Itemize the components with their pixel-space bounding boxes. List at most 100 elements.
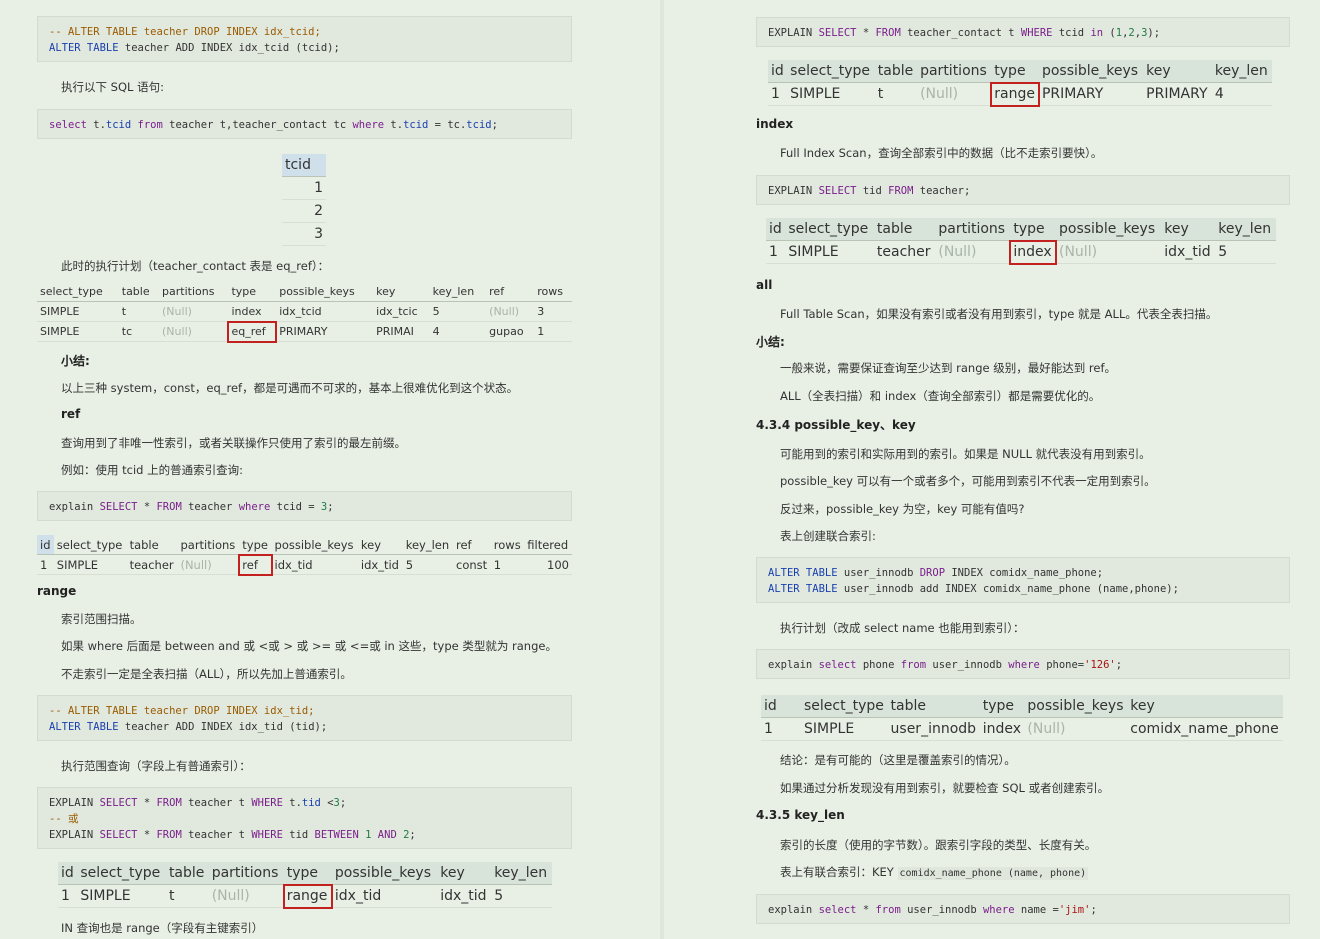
table-header-cell: possible_keys <box>1024 695 1128 718</box>
paragraph-summary-2: ALL（全表扫描）和 index（查询全部索引）都是需要优化的。 <box>780 389 1101 403</box>
table-cell: SIMPLE <box>77 884 166 908</box>
table-header-cell: select_type <box>37 282 119 302</box>
table-header-cell: type <box>283 862 332 885</box>
table-cell: (Null) <box>208 884 284 908</box>
result-table-range: id select_type table partitions type pos… <box>58 862 552 909</box>
table-header-cell: key <box>1127 695 1283 718</box>
code-block-explain-name: explain select * from user_innodb where … <box>756 894 1290 924</box>
table-cell: comidx_name_phone <box>1127 717 1283 741</box>
table-cell: PRIMAI <box>373 321 430 342</box>
table-cell: index <box>228 301 277 322</box>
table-header-cell: key_len <box>1211 60 1272 83</box>
table-cell: (Null) <box>1056 240 1162 264</box>
table-header-cell: table <box>874 60 918 83</box>
table-cell: t <box>874 82 918 106</box>
table-cell: SIMPLE <box>787 82 875 106</box>
table-header-cell: select_type <box>785 218 874 241</box>
table-cell: idx_tcic <box>373 301 430 322</box>
table-cell: SIMPLE <box>37 321 119 342</box>
result-table-phone: id select_type table type possible_keys … <box>761 695 1283 741</box>
highlighted-type-cell: range <box>990 81 1040 107</box>
table-header-cell: partitions <box>917 60 992 83</box>
table-header-cell: select_type <box>801 695 888 718</box>
table-header-cell: partitions <box>208 862 284 885</box>
table-cell: (Null) <box>917 82 992 106</box>
table-cell: t <box>118 301 160 322</box>
code-block-explain-in: EXPLAIN SELECT * FROM teacher_contact t … <box>756 17 1290 47</box>
table-cell: SIMPLE <box>37 301 119 322</box>
paragraph-ref-2: 例如：使用 tcid 上的普通索引查询: <box>61 463 244 477</box>
table-cell: (Null) <box>159 321 229 342</box>
table-header-cell: key <box>357 535 403 555</box>
table-cell: user_innodb <box>887 717 980 741</box>
code-block-explain-range: EXPLAIN SELECT * FROM teacher t WHERE t.… <box>37 787 572 849</box>
table-cell: SIMPLE <box>785 240 874 264</box>
table-header-cell: key <box>1143 60 1212 83</box>
table-cell: 1 <box>282 176 326 200</box>
table-header-cell: id <box>58 862 78 885</box>
table-cell: 1 <box>534 321 572 342</box>
table-header-cell: ref <box>453 535 491 555</box>
table-cell: (Null) <box>486 301 535 322</box>
paragraph-435-a: 索引的长度（使用的字节数）。跟索引字段的类型、长度有关。 <box>780 838 1097 852</box>
heading-summary: 小结: <box>61 354 90 368</box>
table-header-cell: ref <box>486 282 535 302</box>
table-cell: 1 <box>768 82 788 106</box>
code-block-alter-tcid: -- ALTER TABLE teacher DROP INDEX idx_tc… <box>37 16 572 62</box>
table-cell: PRIMARY <box>1143 82 1212 106</box>
table-cell: 100 <box>524 554 572 575</box>
result-table-index: id select_type table partitions type pos… <box>766 218 1276 265</box>
paragraph-plan-2: 执行计划（改成 select name 也能用到索引）： <box>780 621 1025 635</box>
table-header-cell: id <box>37 535 54 555</box>
table-cell: 4 <box>1211 82 1272 106</box>
paragraph-summary-1: 一般来说，需要保证查询至少达到 range 级别，最好能达到 ref。 <box>780 361 1117 375</box>
code-block-explain-tcid: explain SELECT * FROM teacher where tcid… <box>37 491 572 521</box>
table-cell: 5 <box>1215 240 1276 264</box>
table-cell: (Null) <box>935 240 1011 264</box>
result-table-ref: id select_type table partitions type pos… <box>37 535 572 576</box>
table-cell: t <box>165 884 209 908</box>
paragraph-conclusion-2: 如果通过分析发现没有用到索引，就要检查 SQL 或者创建索引。 <box>780 781 1110 795</box>
right-page <box>664 0 1320 939</box>
table-header-cell: key_len <box>429 282 487 302</box>
table-header-cell: table <box>118 282 160 302</box>
highlighted-type-cell: index <box>1009 239 1057 265</box>
table-header-cell: type <box>239 535 272 555</box>
paragraph-all: Full Table Scan，如果没有索引或者没有用到索引，type 就是 A… <box>780 307 1218 321</box>
table-cell: idx_tid <box>271 554 358 575</box>
table-header-cell: tcid <box>282 154 326 177</box>
table-header-cell: table <box>165 862 209 885</box>
heading-4-3-5: 4.3.5 key_len <box>756 808 845 822</box>
table-cell: 5 <box>429 301 487 322</box>
table-header-cell: key_len <box>402 535 453 555</box>
paragraph-range-2: 如果 where 后面是 between and 或 <或 > 或 >= 或 <… <box>61 639 557 653</box>
paragraph-conclusion-1: 结论：是有可能的（这里是覆盖索引的情况）。 <box>780 753 1016 767</box>
table-cell: SIMPLE <box>801 717 888 741</box>
table-header-cell: filtered <box>524 535 572 555</box>
table-header-cell: id <box>761 695 801 718</box>
table-header-cell: possible_keys <box>1056 218 1162 241</box>
table-cell: 4 <box>429 321 487 342</box>
result-table-in: id select_type table partitions type pos… <box>768 60 1272 107</box>
code-block-explain-index: EXPLAIN SELECT tid FROM teacher; <box>756 175 1290 205</box>
table-header-cell: key <box>1161 218 1216 241</box>
highlighted-type-cell: range <box>282 883 333 909</box>
result-table-tcid: tcid 1 2 3 <box>282 154 326 246</box>
heading-4-3-4: 4.3.4 possible_key、key <box>756 418 916 432</box>
table-header-cell: possible_keys <box>271 535 358 555</box>
table-cell: 1 <box>490 554 525 575</box>
table-cell: 5 <box>402 554 453 575</box>
table-cell: idx_tid <box>1161 240 1216 264</box>
result-table-eq-ref: select_type table partitions type possib… <box>37 282 572 343</box>
table-header-cell: possible_keys <box>1038 60 1144 83</box>
paragraph-434-b: possible_key 可以有一个或者多个，可能用到索引不代表一定用到索引。 <box>780 474 1156 488</box>
table-header-cell: type <box>1010 218 1056 241</box>
table-header-cell: partitions <box>159 282 229 302</box>
heading-summary-right: 小结: <box>756 335 785 349</box>
table-header-cell: possible_keys <box>276 282 374 302</box>
table-header-cell: select_type <box>787 60 875 83</box>
table-cell: idx_tcid <box>276 301 374 322</box>
table-cell: PRIMARY <box>1038 82 1144 106</box>
table-cell: (Null) <box>159 301 229 322</box>
table-cell: 3 <box>282 222 326 246</box>
